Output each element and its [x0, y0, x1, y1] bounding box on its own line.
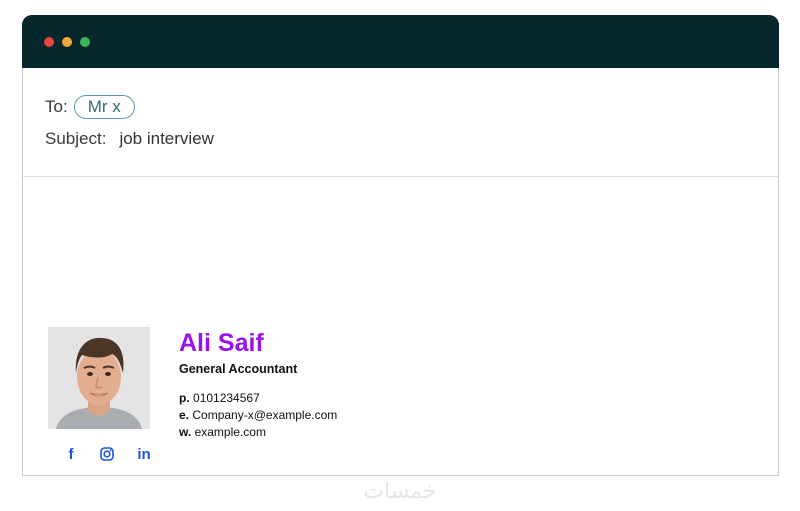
close-window-button[interactable] — [44, 37, 54, 47]
subject-field: Subject: job interview — [45, 128, 214, 150]
email-value[interactable]: Company-x@example.com — [192, 408, 337, 422]
website-value[interactable]: example.com — [195, 425, 266, 439]
subject-input[interactable]: job interview — [119, 129, 214, 149]
to-label: To: — [45, 97, 68, 116]
signature-phone: p. 0101234567 — [179, 391, 260, 406]
window-titlebar — [22, 15, 779, 68]
avatar — [48, 327, 150, 429]
instagram-icon[interactable] — [97, 444, 117, 464]
website-label: w. — [179, 425, 192, 439]
linkedin-icon[interactable]: in — [134, 444, 154, 464]
subject-label: Subject: — [45, 129, 107, 148]
signature-email: e. Company-x@example.com — [179, 408, 337, 423]
signature-job-title: General Accountant — [179, 362, 298, 376]
signature-name: Ali Saif — [179, 329, 264, 357]
watermark-logo: خمسات — [350, 478, 450, 506]
watermark-text: خمسات — [363, 479, 436, 504]
facebook-glyph: f — [68, 445, 74, 463]
minimize-window-button[interactable] — [62, 37, 72, 47]
signature-website: w. example.com — [179, 425, 266, 440]
linkedin-glyph: in — [137, 445, 151, 463]
recipient-chip[interactable]: Mr x — [73, 95, 135, 119]
email-label: e. — [179, 408, 190, 422]
phone-value: 0101234567 — [193, 391, 260, 405]
maximize-window-button[interactable] — [80, 37, 90, 47]
facebook-icon[interactable]: f — [61, 444, 81, 464]
phone-label: p. — [179, 391, 190, 405]
to-field: To: Mr x — [45, 93, 135, 121]
email-window: To: Mr x Subject: job interview Ali Saif… — [22, 15, 779, 476]
header-divider — [23, 176, 778, 177]
